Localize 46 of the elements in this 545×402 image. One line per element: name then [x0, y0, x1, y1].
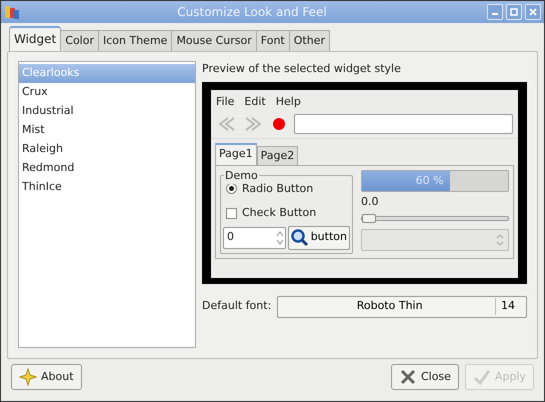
list-item[interactable]: Raleigh — [19, 140, 195, 159]
list-item[interactable]: Mist — [19, 121, 195, 140]
close-button[interactable] — [525, 4, 541, 20]
spin-arrows-icon — [496, 233, 504, 247]
star-icon — [19, 368, 37, 386]
close-icon — [398, 368, 417, 386]
text-entry[interactable] — [294, 114, 513, 134]
tab[interactable]: Color — [60, 30, 99, 51]
about-button[interactable]: About — [11, 364, 82, 390]
app-icon — [4, 4, 20, 20]
close-icon — [527, 6, 539, 18]
list-item[interactable]: Redmond — [19, 159, 195, 178]
tab[interactable]: Other — [288, 30, 330, 51]
slider-thumb[interactable] — [362, 214, 376, 223]
list-item[interactable]: Industrial — [19, 102, 195, 121]
progress-fill: 60 % — [362, 170, 450, 190]
list-item[interactable]: Crux — [19, 83, 195, 102]
demo-button[interactable]: button — [288, 226, 350, 250]
minimize-button[interactable] — [487, 4, 503, 20]
forward-arrow-icon — [244, 116, 264, 132]
slider-value: 0.0 — [361, 194, 380, 210]
tab[interactable]: Font — [256, 30, 290, 51]
checkmark-icon — [472, 368, 491, 386]
list-item[interactable]: ThinIce — [19, 178, 195, 197]
tab[interactable]: Page1 — [215, 142, 257, 164]
preview-label: Preview of the selected widget style — [202, 61, 402, 77]
tab[interactable]: Icon Theme — [98, 30, 172, 51]
menu-item[interactable]: Edit — [244, 94, 266, 110]
tab[interactable]: Page2 — [256, 146, 298, 164]
close-button[interactable]: Close — [390, 364, 459, 390]
tab[interactable]: Mouse Cursor — [171, 30, 257, 51]
search-icon — [290, 228, 309, 246]
window-title: Customize Look and Feel — [176, 4, 328, 21]
minimize-icon — [492, 13, 498, 15]
menu-item[interactable]: Help — [276, 94, 301, 110]
font-button[interactable]: Roboto Thin 14 — [277, 296, 527, 318]
maximize-icon — [508, 6, 520, 18]
maximize-button[interactable] — [506, 4, 522, 20]
font-label: Default font: — [202, 298, 272, 314]
menu-item[interactable]: File — [216, 94, 234, 110]
checkbox[interactable] — [226, 208, 237, 219]
checkbox-label: Check Button — [242, 205, 316, 221]
back-arrow-icon — [216, 116, 236, 132]
tab[interactable]: Widget — [9, 26, 62, 51]
record-icon — [272, 117, 286, 131]
spin-field[interactable]: 0 — [223, 226, 286, 248]
